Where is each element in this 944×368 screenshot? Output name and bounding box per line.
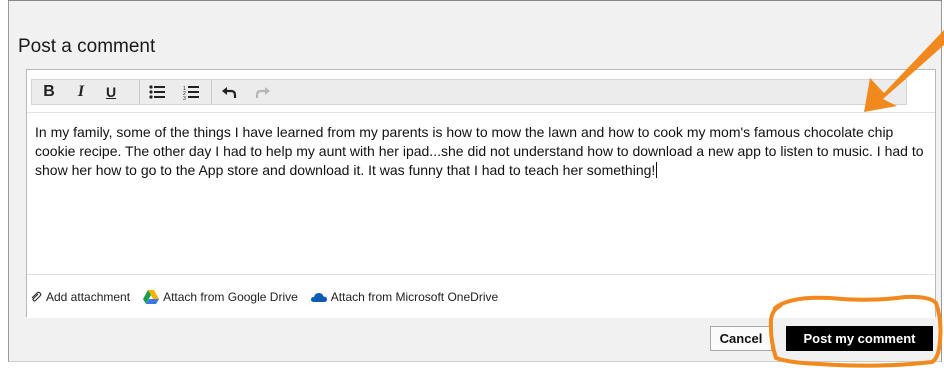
redo-icon[interactable] bbox=[251, 80, 275, 104]
post-comment-button[interactable]: Post my comment bbox=[786, 326, 933, 351]
comment-text[interactable]: In my family, some of the things I have … bbox=[35, 123, 933, 180]
paperclip-icon bbox=[31, 291, 42, 302]
add-attachment-link[interactable]: Add attachment bbox=[30, 290, 130, 304]
panel-top-border bbox=[8, 0, 942, 1]
onedrive-link[interactable]: Attach from Microsoft OneDrive bbox=[310, 289, 499, 304]
google-drive-link[interactable]: Attach from Google Drive bbox=[143, 289, 298, 304]
cancel-button[interactable]: Cancel bbox=[710, 326, 772, 351]
underline-button[interactable]: U bbox=[99, 80, 123, 104]
onedrive-label: Attach from Microsoft OneDrive bbox=[330, 289, 499, 304]
add-attachment-label: Add attachment bbox=[46, 289, 131, 304]
attachment-bar: Add attachment Attach from Google Drive … bbox=[27, 274, 935, 318]
list-group: 1 2 3 bbox=[139, 80, 212, 104]
comment-text-content: In my family, some of the things I have … bbox=[35, 124, 924, 178]
undo-icon[interactable] bbox=[217, 80, 241, 104]
panel-title: Post a comment bbox=[18, 36, 156, 57]
bullet-list-icon[interactable] bbox=[145, 80, 169, 104]
numbered-list-icon[interactable]: 1 2 3 bbox=[179, 80, 203, 104]
comment-editor[interactable]: B I U 1 2 3 In my family, some of the th… bbox=[26, 69, 936, 318]
onedrive-icon bbox=[310, 292, 327, 302]
editor-toolbar: B I U 1 2 3 bbox=[27, 70, 935, 113]
format-group: B I U bbox=[33, 80, 140, 104]
bold-button[interactable]: B bbox=[37, 80, 61, 104]
history-group bbox=[211, 80, 277, 104]
text-caret bbox=[656, 162, 658, 178]
google-drive-icon bbox=[143, 289, 160, 304]
google-drive-label: Attach from Google Drive bbox=[163, 289, 298, 304]
svg-text:3: 3 bbox=[183, 96, 186, 100]
italic-button[interactable]: I bbox=[69, 80, 93, 104]
